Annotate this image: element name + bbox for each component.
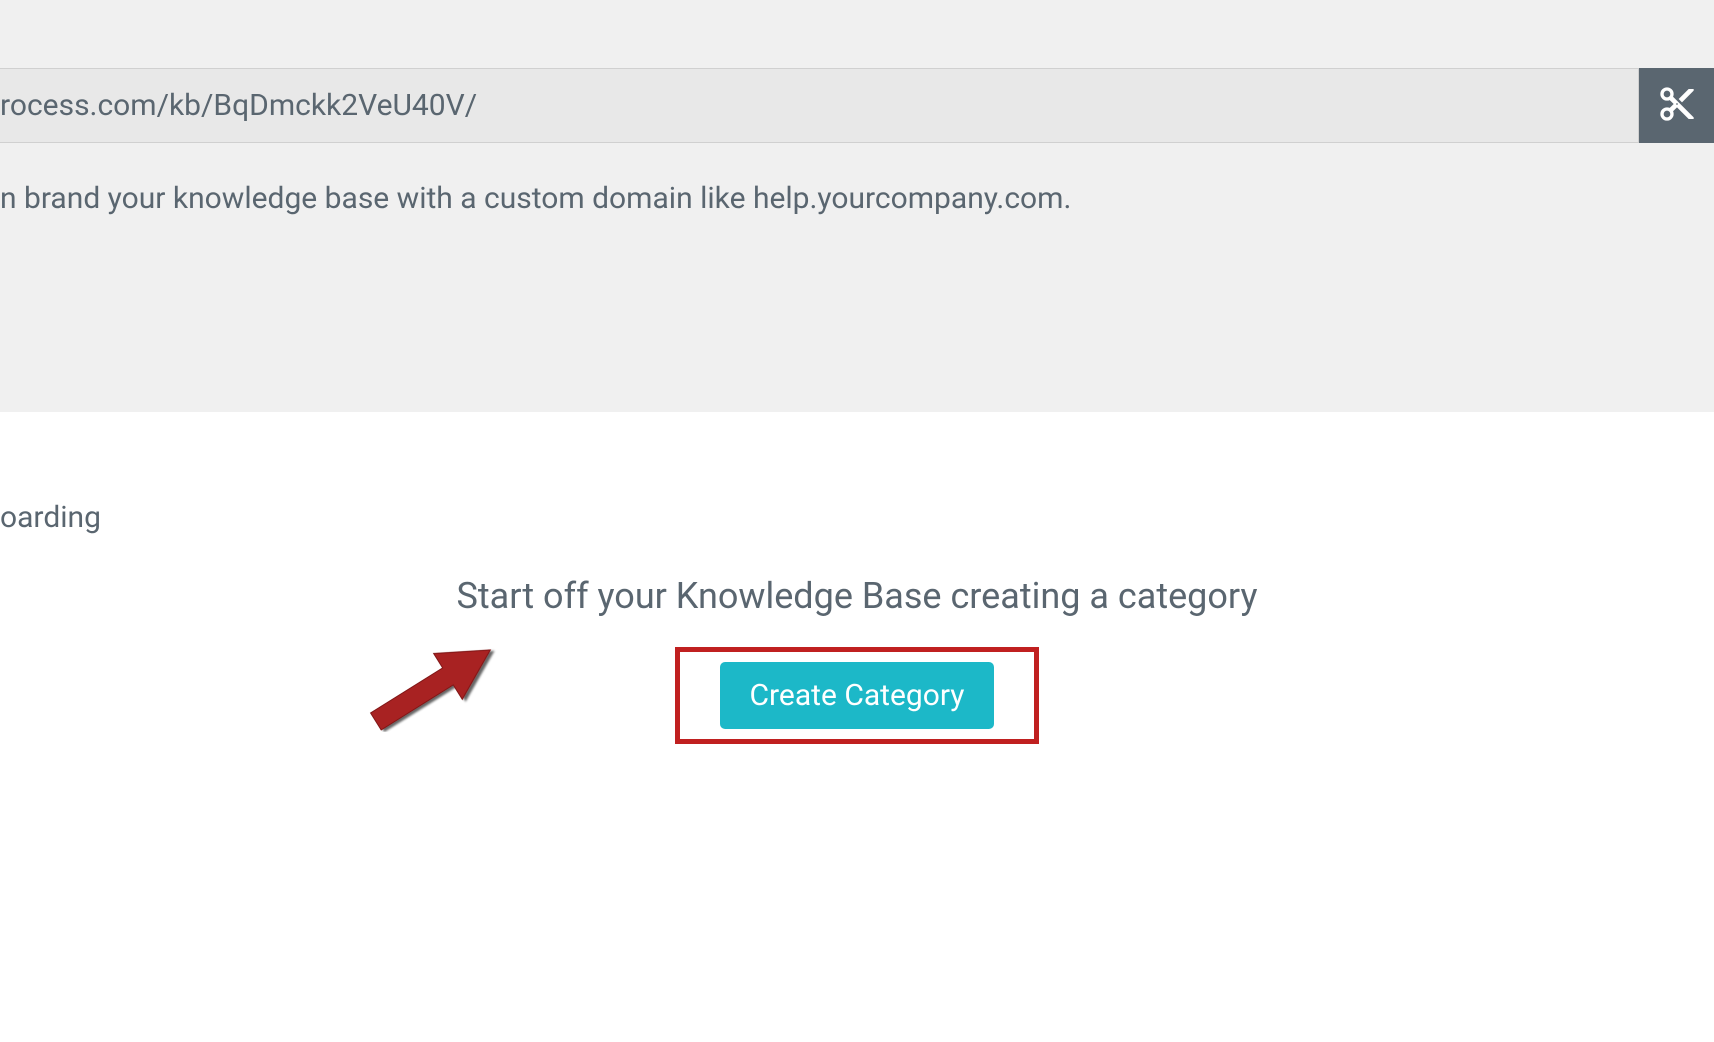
custom-domain-helper-text: n brand your knowledge base with a custo… [0,181,1714,216]
kb-url-input[interactable] [0,68,1639,143]
empty-state: Start off your Knowledge Base creating a… [0,575,1714,744]
scissors-icon [1657,84,1697,127]
cut-button[interactable] [1639,68,1714,143]
breadcrumb: oarding [0,500,1714,535]
content-section: oarding Start off your Knowledge Base cr… [0,412,1714,744]
create-category-button[interactable]: Create Category [720,662,995,729]
empty-state-heading: Start off your Knowledge Base creating a… [0,575,1714,617]
settings-panel: n brand your knowledge base with a custo… [0,0,1714,412]
url-bar-container [0,68,1714,143]
annotation-highlight-box: Create Category [675,647,1040,744]
